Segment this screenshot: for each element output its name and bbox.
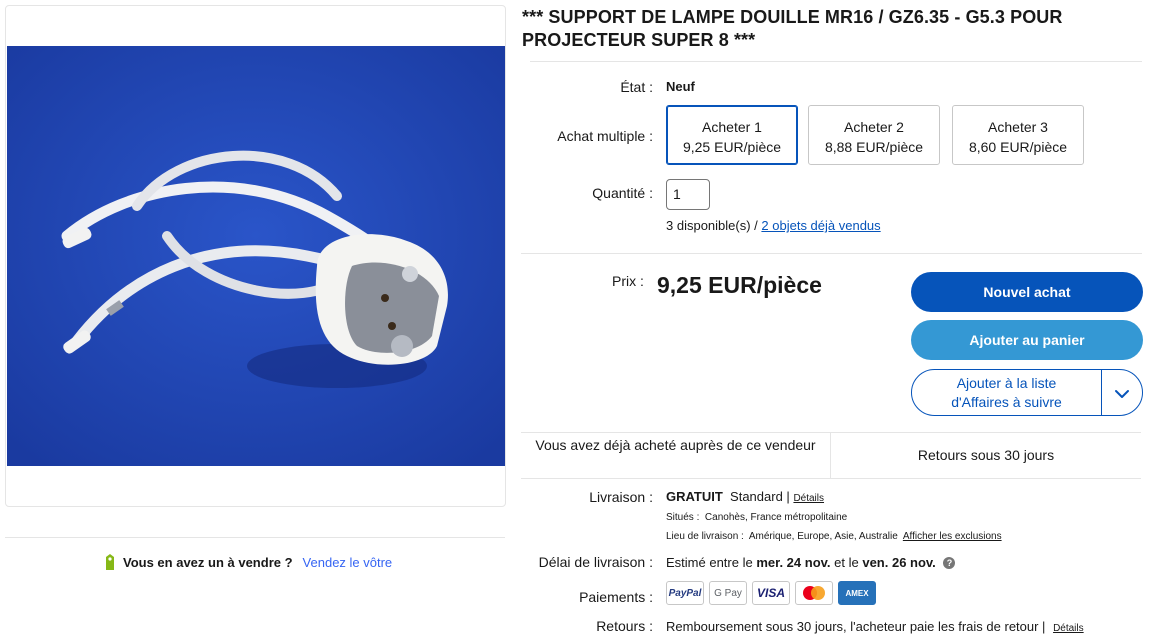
amex-icon: AMEX — [838, 581, 876, 605]
watchlist-label: Ajouter à la liste d'Affaires à suivre — [912, 374, 1101, 412]
sell-yours-link[interactable]: Vendez le vôtre — [303, 555, 393, 570]
watchlist-button[interactable]: Ajouter à la liste d'Affaires à suivre — [911, 369, 1143, 416]
available-count: 3 disponible(s) / — [666, 218, 758, 233]
delivery-prefix: Estimé entre le — [666, 555, 753, 570]
sold-count-link[interactable]: 2 objets déjà vendus — [761, 218, 880, 233]
exclusions-link[interactable]: Afficher les exclusions — [903, 531, 1002, 542]
watchlist-divider — [1101, 370, 1102, 415]
returns-label: Retours : — [596, 618, 653, 634]
shipping-line: GRATUIT Standard | Détails — [666, 489, 824, 504]
delivery-estimate: Estimé entre le mer. 24 nov. et le ven. … — [666, 555, 956, 570]
delivery-label: Délai de livraison : — [538, 554, 653, 570]
buy-3-option[interactable]: Acheter 3 8,60 EUR/pièce — [952, 105, 1084, 165]
payment-methods: PayPal G Pay VISA AMEX — [666, 581, 876, 605]
multi-buy-label: Achat multiple : — [557, 128, 653, 144]
shipping-label: Livraison : — [589, 489, 653, 505]
ship-to: Lieu de livraison : Amérique, Europe, As… — [666, 531, 1002, 542]
payments-label: Paiements : — [579, 589, 653, 605]
price-label: Prix : — [612, 273, 644, 289]
mastercard-icon — [795, 581, 833, 605]
quantity-input[interactable]: 1 — [666, 179, 710, 210]
returns-note: Retours sous 30 jours — [917, 447, 1055, 463]
product-image-card — [5, 5, 506, 507]
option-price: 8,88 EUR/pièce — [824, 139, 924, 155]
returns-details-link[interactable]: Détails — [1053, 623, 1084, 634]
watchlist-line2: d'Affaires à suivre — [951, 394, 1062, 410]
mastercard-circles — [803, 586, 825, 600]
delivery-date-end: ven. 26 nov. — [862, 555, 936, 570]
chevron-down-icon[interactable] — [1112, 384, 1132, 404]
info-icon[interactable]: ? — [943, 557, 956, 569]
add-to-cart-button[interactable]: Ajouter au panier — [911, 320, 1143, 360]
shipping-method: Standard | — [730, 489, 790, 504]
delivery-mid: et le — [834, 555, 859, 570]
left-divider — [5, 537, 505, 538]
option-title: Acheter 3 — [988, 119, 1048, 135]
price-tag-icon — [106, 554, 114, 570]
google-pay-icon: G Pay — [709, 581, 747, 605]
lamp-socket-illustration — [7, 46, 505, 466]
visa-icon: VISA — [752, 581, 790, 605]
sell-yours-row: Vous en avez un à vendre ? Vendez le vôt… — [103, 553, 392, 571]
sell-question: Vous en avez un à vendre ? — [123, 554, 293, 570]
option-title: Acheter 2 — [844, 119, 904, 135]
availability: 3 disponible(s) / 2 objets déjà vendus — [666, 218, 881, 233]
option-price: 8,60 EUR/pièce — [968, 139, 1068, 155]
paypal-icon: PayPal — [666, 581, 704, 605]
product-image[interactable] — [7, 46, 505, 466]
buy-now-button[interactable]: Nouvel achat — [911, 272, 1143, 312]
condition-label: État : — [620, 79, 653, 95]
returns-policy: Remboursement sous 30 jours, l'acheteur … — [666, 619, 1084, 634]
option-price: 9,25 EUR/pièce — [682, 139, 782, 155]
ship-to-label: Lieu de livraison : — [666, 531, 744, 542]
location-value: Canohès, France métropolitaine — [704, 512, 848, 523]
ship-to-value: Amérique, Europe, Asie, Australie — [748, 531, 898, 542]
previous-purchase-note: Vous avez déjà acheté auprès de ce vende… — [521, 433, 831, 478]
title-divider — [530, 61, 1142, 62]
shipping-free: GRATUIT — [666, 489, 723, 504]
location-label: Situés : — [666, 512, 700, 523]
buy-2-option[interactable]: Acheter 2 8,88 EUR/pièce — [808, 105, 940, 165]
item-location: Situés : Canohès, France métropolitaine — [666, 512, 847, 523]
buy-1-option[interactable]: Acheter 1 9,25 EUR/pièce — [666, 105, 798, 165]
option-title: Acheter 1 — [702, 119, 762, 135]
qty-divider — [521, 253, 1142, 254]
quantity-label: Quantité : — [592, 185, 653, 201]
returns-text: Remboursement sous 30 jours, l'acheteur … — [666, 619, 1046, 634]
watchlist-line1: Ajouter à la liste — [956, 375, 1057, 391]
price-value: 9,25 EUR/pièce — [657, 272, 822, 298]
product-title: *** SUPPORT DE LAMPE DOUILLE MR16 / GZ6.… — [522, 7, 1063, 50]
shipping-details-link[interactable]: Détails — [793, 493, 824, 504]
seller-info-box: Vous avez déjà acheté auprès de ce vende… — [521, 432, 1141, 479]
condition-value: Neuf — [666, 79, 695, 94]
delivery-date-start: mer. 24 nov. — [756, 555, 831, 570]
